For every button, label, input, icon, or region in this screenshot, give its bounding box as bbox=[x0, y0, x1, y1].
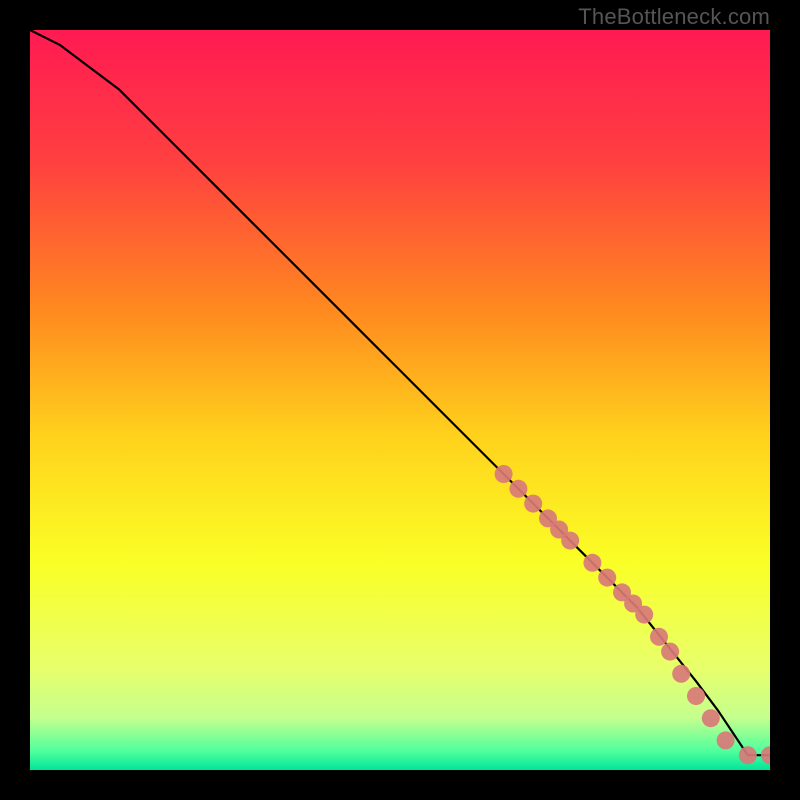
marker-point bbox=[583, 554, 601, 572]
chart-svg bbox=[30, 30, 770, 770]
marker-point bbox=[650, 628, 668, 646]
plot-area bbox=[30, 30, 770, 770]
marker-point bbox=[672, 665, 690, 683]
chart-container: TheBottleneck.com bbox=[0, 0, 800, 800]
watermark-text: TheBottleneck.com bbox=[578, 4, 770, 30]
marker-point bbox=[561, 532, 579, 550]
marker-point bbox=[509, 480, 527, 498]
marker-point bbox=[739, 746, 757, 764]
marker-point bbox=[524, 495, 542, 513]
marker-point bbox=[687, 687, 705, 705]
marker-point bbox=[661, 643, 679, 661]
marker-point bbox=[598, 569, 616, 587]
marker-point bbox=[702, 709, 720, 727]
marker-point bbox=[717, 731, 735, 749]
marker-point bbox=[495, 465, 513, 483]
gradient-background bbox=[30, 30, 770, 770]
marker-point bbox=[635, 606, 653, 624]
